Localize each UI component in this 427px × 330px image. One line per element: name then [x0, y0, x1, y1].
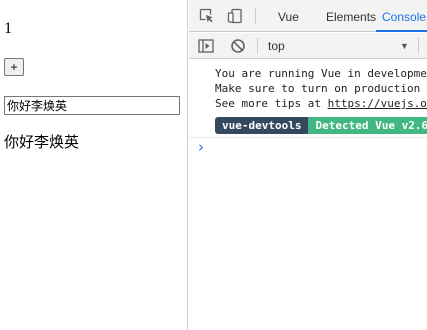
console-output: You are running Vue in development mode.… [189, 60, 427, 330]
message-output: 你好李焕英 [4, 135, 80, 151]
counter-value: 1 [4, 20, 12, 37]
devtools-tabbar: Vue Elements Console [189, 0, 427, 32]
chevron-down-icon[interactable]: ▼ [400, 40, 409, 52]
toolbar-divider [418, 38, 419, 54]
console-prompt[interactable]: › [198, 138, 204, 156]
device-toolbar-icon[interactable] [227, 8, 243, 24]
badge-status: Detected Vue v2.6.12 [308, 117, 427, 134]
message-input[interactable] [4, 96, 180, 115]
message-divider [189, 137, 427, 138]
tab-elements[interactable]: Elements [326, 0, 376, 32]
tips-link[interactable]: https://vuejs.org/guide/deployment.html [328, 97, 427, 110]
increment-button[interactable]: + [4, 58, 24, 76]
badge-label: vue-devtools [215, 117, 309, 134]
console-line: You are running Vue in development mode. [215, 67, 427, 80]
console-line: Make sure to turn on production mode whe… [215, 82, 427, 95]
tab-console[interactable]: Console [382, 0, 426, 32]
console-toolbar: top ▼ [189, 33, 427, 59]
active-tab-indicator [376, 30, 427, 32]
vue-devtools-badge: vue-devtoolsDetected Vue v2.6.12 [215, 117, 427, 134]
devtools-panel: Vue Elements Console top ▼ You are runni… [189, 0, 427, 330]
console-line-prefix: See more tips at [215, 97, 328, 110]
tab-vue[interactable]: Vue [278, 0, 299, 32]
inspect-element-icon[interactable] [199, 8, 215, 24]
toolbar-divider [257, 38, 258, 54]
console-message: You are running Vue in development mode.… [215, 66, 427, 111]
clear-console-icon[interactable] [230, 38, 246, 54]
page-preview: 1 + 你好李焕英 [0, 0, 188, 330]
toolbar-divider [255, 8, 256, 24]
sidebar-toggle-icon[interactable] [198, 38, 214, 54]
console-line: See more tips at https://vuejs.org/guide… [215, 96, 427, 111]
context-selector[interactable]: top [268, 38, 285, 54]
